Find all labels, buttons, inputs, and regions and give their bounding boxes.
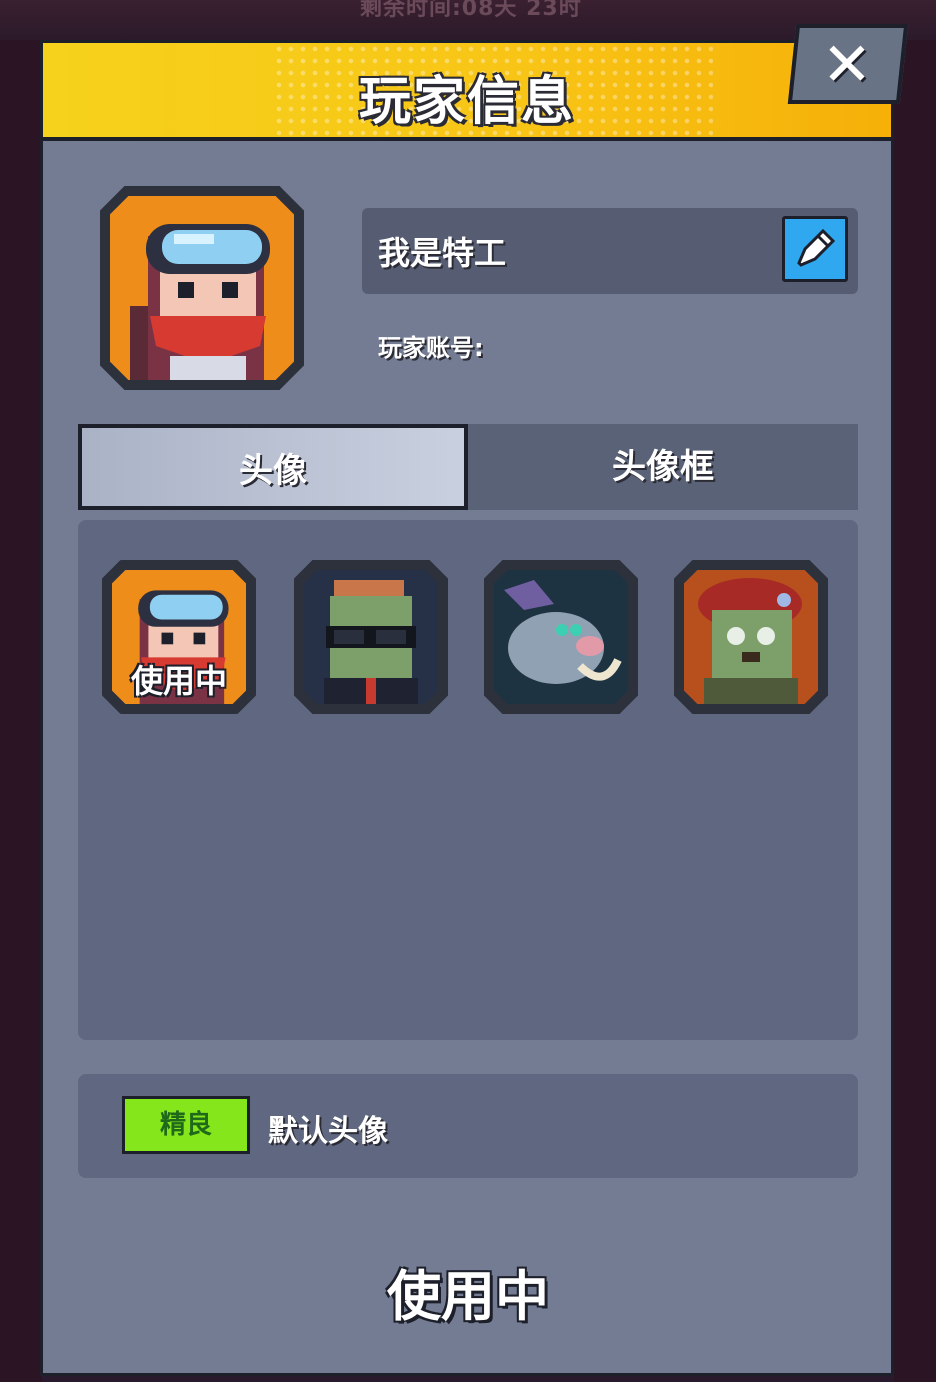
player-name-box: 我是特工	[362, 208, 858, 294]
tab-avatar[interactable]: 头像	[78, 424, 468, 510]
zombie-soldier-icon	[684, 570, 818, 704]
avatar-grid: 使用中	[78, 520, 858, 1040]
edit-name-button[interactable]	[782, 216, 848, 282]
selected-avatar-info: 精良 默认头像	[78, 1074, 858, 1178]
close-button[interactable]: ✕	[787, 24, 909, 104]
selected-avatar-name: 默认头像	[268, 1114, 388, 1149]
player-name: 我是特工	[378, 234, 507, 272]
in-use-status: 使用中	[387, 1265, 549, 1328]
avatar-slot-boar[interactable]	[484, 560, 638, 714]
panel-header: 玩家信息	[43, 43, 891, 141]
current-avatar[interactable]	[100, 186, 304, 390]
zombie-sunglasses-icon	[304, 570, 438, 704]
avatar-slot-zombie-soldier[interactable]	[674, 560, 828, 714]
background-right	[894, 40, 936, 1382]
remaining-time-text: 剩余时间:08天 23时	[360, 0, 582, 21]
tab-avatar-frame[interactable]: 头像框	[468, 424, 858, 510]
in-use-badge: 使用中	[130, 662, 227, 700]
avatar-slot-agent[interactable]: 使用中	[102, 560, 256, 714]
pencil-icon	[797, 228, 836, 267]
agent-avatar-icon	[110, 196, 294, 380]
avatar-slot-zombie-agent[interactable]	[294, 560, 448, 714]
panel-title: 玩家信息	[358, 72, 575, 132]
boar-icon	[494, 570, 628, 704]
player-account-label: 玩家账号:	[378, 334, 484, 362]
rarity-badge: 精良	[122, 1096, 250, 1154]
background-left	[0, 40, 42, 1382]
close-icon: ✕	[821, 30, 873, 100]
tab-bar: 头像 头像框	[78, 424, 858, 510]
